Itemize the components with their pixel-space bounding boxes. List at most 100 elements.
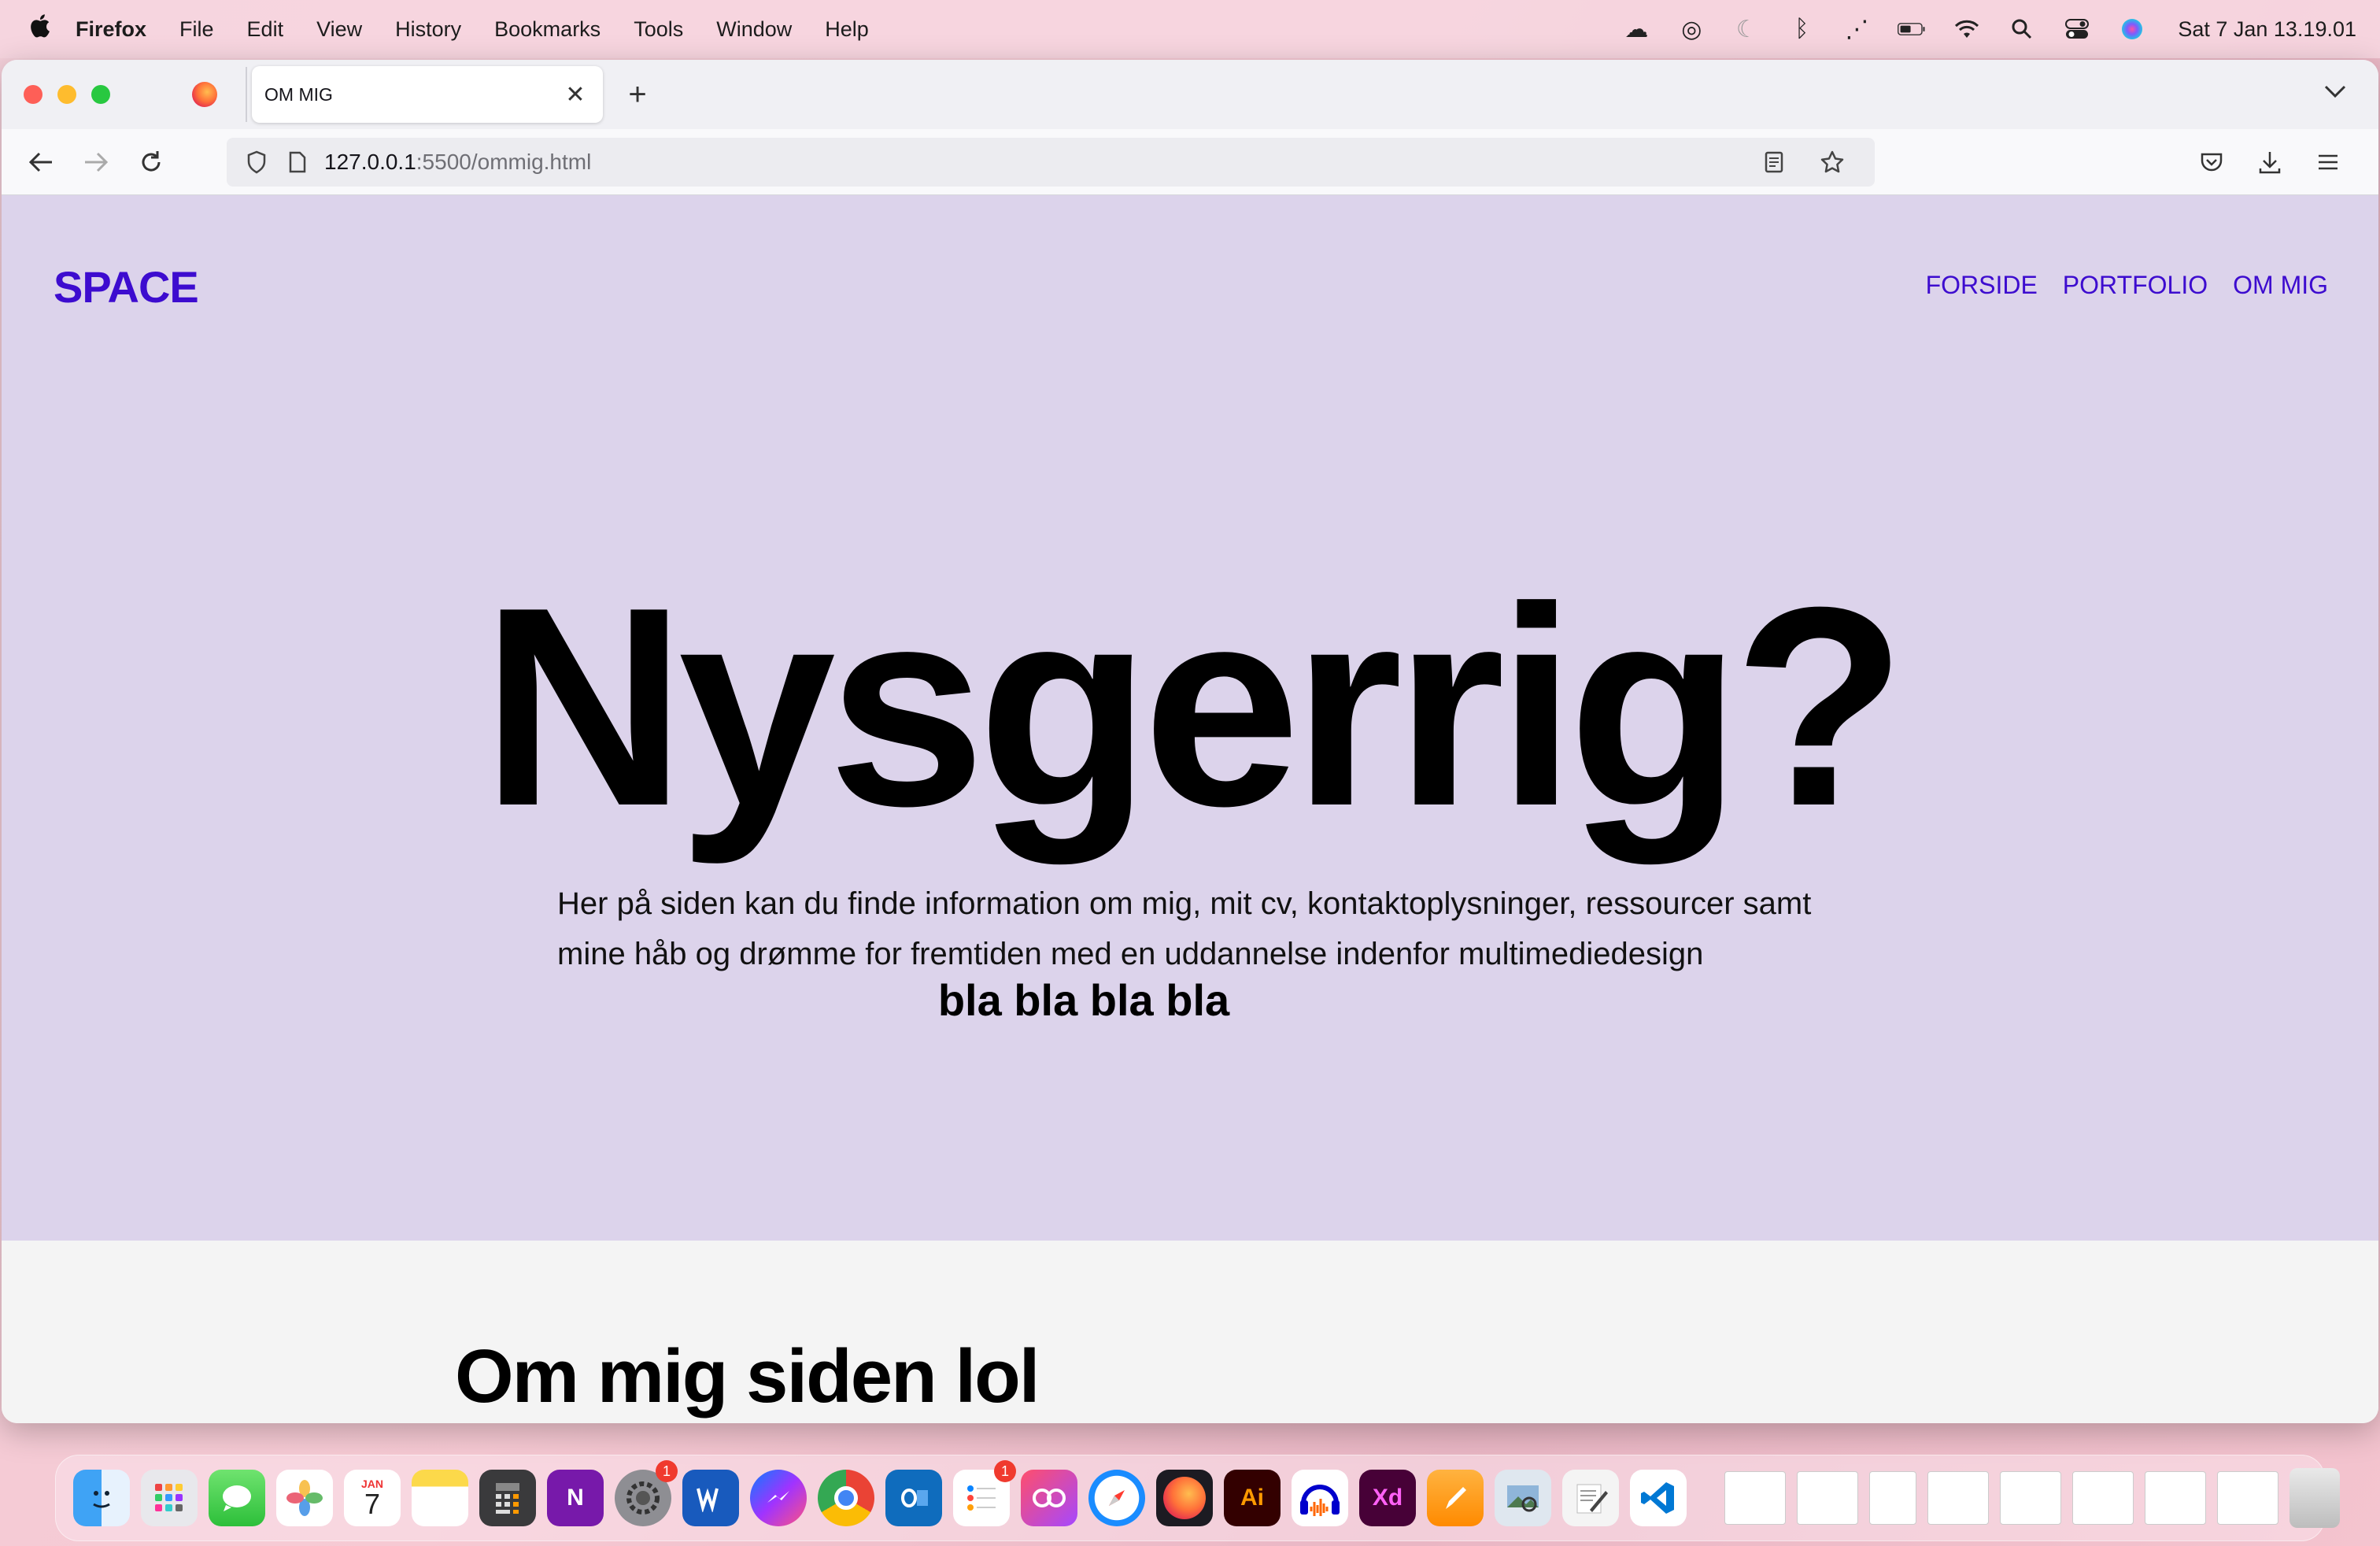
messages-icon[interactable] [209, 1470, 265, 1526]
night-shift-icon[interactable]: ⋰ [1842, 15, 1871, 43]
tab-title: OM MIG [264, 83, 333, 105]
photos-icon[interactable] [276, 1470, 333, 1526]
pinned-tab-firefox[interactable] [173, 71, 236, 118]
firefox-dock-icon[interactable] [1156, 1470, 1213, 1526]
window-controls [24, 85, 110, 104]
safari-icon[interactable] [1088, 1470, 1145, 1526]
calculator-icon[interactable] [479, 1470, 536, 1526]
system-settings-icon[interactable]: 1 [615, 1460, 678, 1526]
web-page-content: SPACE FORSIDE PORTFOLIO OM MIG Nysgerrig… [2, 195, 2378, 1423]
nav-link-portfolio[interactable]: PORTFOLIO [2063, 271, 2208, 300]
siri-icon[interactable] [2118, 15, 2146, 43]
reminders-icon[interactable]: 1 [953, 1460, 1016, 1526]
forward-arrow-icon[interactable] [76, 142, 116, 183]
textedit-icon[interactable] [1562, 1470, 1619, 1526]
tab-bar: OM MIG ✕ + [2, 60, 2378, 129]
page-icon[interactable] [283, 148, 312, 176]
shield-icon[interactable] [242, 148, 271, 176]
chevron-down-icon[interactable] [2323, 79, 2347, 105]
xd-icon[interactable]: Xd [1359, 1470, 1416, 1526]
hero-description: Her på siden kan du finde information om… [557, 886, 1812, 971]
url-bar[interactable]: 127.0.0.1:5500/ommig.html [227, 137, 1875, 187]
site-navigation: FORSIDE PORTFOLIO OM MIG [1926, 271, 2328, 300]
navigation-toolbar: 127.0.0.1:5500/ommig.html [2, 129, 2378, 195]
menu-help[interactable]: Help [825, 17, 869, 42]
menu-tools[interactable]: Tools [634, 17, 683, 42]
browser-window: OM MIG ✕ + 127.0.0.1:5500/ommig.html SP… [2, 60, 2378, 1423]
audacity-icon[interactable] [1292, 1470, 1348, 1526]
menu-clock[interactable]: Sat 7 Jan 13.19.01 [2178, 17, 2356, 42]
wifi-icon[interactable] [1953, 15, 1981, 43]
reader-view-icon[interactable] [1760, 148, 1788, 176]
trash-icon[interactable] [2289, 1468, 2340, 1528]
zoom-window-button[interactable] [91, 85, 110, 104]
preview-icon[interactable] [1495, 1470, 1551, 1526]
tab-separator [246, 67, 247, 122]
creative-cloud-icon[interactable]: ◎ [1677, 15, 1706, 43]
macos-menu-bar: Firefox File Edit View History Bookmarks… [0, 0, 2380, 58]
downloads-icon[interactable] [2254, 146, 2286, 178]
active-tab[interactable]: OM MIG ✕ [252, 66, 603, 123]
finder-icon[interactable] [73, 1470, 130, 1526]
chrome-center [834, 1486, 858, 1510]
minimized-window-thumbnail[interactable] [2217, 1471, 2278, 1525]
menu-window[interactable]: Window [716, 17, 792, 42]
menu-history[interactable]: History [395, 17, 461, 42]
back-arrow-icon[interactable] [20, 142, 61, 183]
cloud-sync-icon[interactable]: ☁ [1622, 15, 1650, 43]
minimized-window-thumbnail[interactable] [2145, 1471, 2206, 1525]
menu-app-name[interactable]: Firefox [76, 17, 146, 42]
onenote-label: N [567, 1485, 584, 1511]
minimized-window-thumbnail[interactable] [1797, 1471, 1858, 1525]
nav-link-forside[interactable]: FORSIDE [1926, 271, 2038, 300]
close-tab-icon[interactable]: ✕ [564, 81, 587, 109]
hero-emphasis: bla bla bla bla [937, 975, 1230, 1025]
spotlight-search-icon[interactable] [2008, 15, 2036, 43]
calendar-icon[interactable]: JAN 7 [344, 1470, 401, 1526]
menu-bookmarks[interactable]: Bookmarks [494, 17, 601, 42]
battery-icon[interactable] [1898, 15, 1926, 43]
firefox-icon [192, 82, 217, 107]
settings-badge: 1 [656, 1460, 678, 1482]
new-tab-button[interactable]: + [622, 77, 653, 113]
messenger-icon[interactable] [750, 1470, 807, 1526]
control-center-icon[interactable] [2063, 15, 2091, 43]
word-icon[interactable] [682, 1470, 739, 1526]
url-path: :5500/ommig.html [416, 149, 592, 174]
menu-file[interactable]: File [179, 17, 214, 42]
minimized-window-thumbnail[interactable] [1869, 1471, 1916, 1525]
notes-icon[interactable] [412, 1470, 468, 1526]
minimize-window-button[interactable] [57, 85, 76, 104]
minimized-window-thumbnail[interactable] [2000, 1471, 2061, 1525]
apple-menu-icon[interactable] [24, 12, 55, 47]
outlook-icon[interactable] [885, 1470, 942, 1526]
menu-view[interactable]: View [316, 17, 362, 42]
chrome-icon[interactable] [818, 1470, 874, 1526]
hamburger-menu-icon[interactable] [2312, 146, 2344, 178]
illustrator-icon[interactable]: Ai [1224, 1470, 1281, 1526]
pocket-icon[interactable] [2196, 146, 2227, 178]
about-section: Om mig siden lol [2, 1241, 2378, 1423]
hero-title: Nysgerrig? [481, 549, 1907, 865]
minimized-window-thumbnail[interactable] [2072, 1471, 2134, 1525]
moon-icon[interactable]: ☾ [1732, 15, 1761, 43]
pages-icon[interactable] [1427, 1470, 1484, 1526]
menu-edit[interactable]: Edit [247, 17, 284, 42]
minimized-window-thumbnail[interactable] [1724, 1471, 1786, 1525]
minimized-window-thumbnail[interactable] [1927, 1471, 1989, 1525]
vscode-icon[interactable] [1630, 1470, 1687, 1526]
nav-link-om-mig[interactable]: OM MIG [2233, 271, 2328, 300]
creative-cloud-icon[interactable] [1021, 1470, 1077, 1526]
close-window-button[interactable] [24, 85, 42, 104]
status-area: ☁ ◎ ☾ ᛒ ⋰ Sat 7 Jan 13.19.01 [1622, 15, 2356, 43]
illustrator-label: Ai [1240, 1485, 1264, 1511]
launchpad-icon[interactable] [141, 1470, 198, 1526]
onenote-icon[interactable]: N [547, 1470, 604, 1526]
bookmark-star-icon[interactable] [1818, 148, 1846, 176]
url-host: 127.0.0.1 [324, 149, 416, 174]
reload-icon[interactable] [131, 142, 172, 183]
toolbar-right [2196, 146, 2344, 178]
bluetooth-icon[interactable]: ᛒ [1787, 15, 1816, 43]
reminders-badge: 1 [994, 1460, 1016, 1482]
site-logo[interactable]: SPACE [54, 261, 199, 313]
